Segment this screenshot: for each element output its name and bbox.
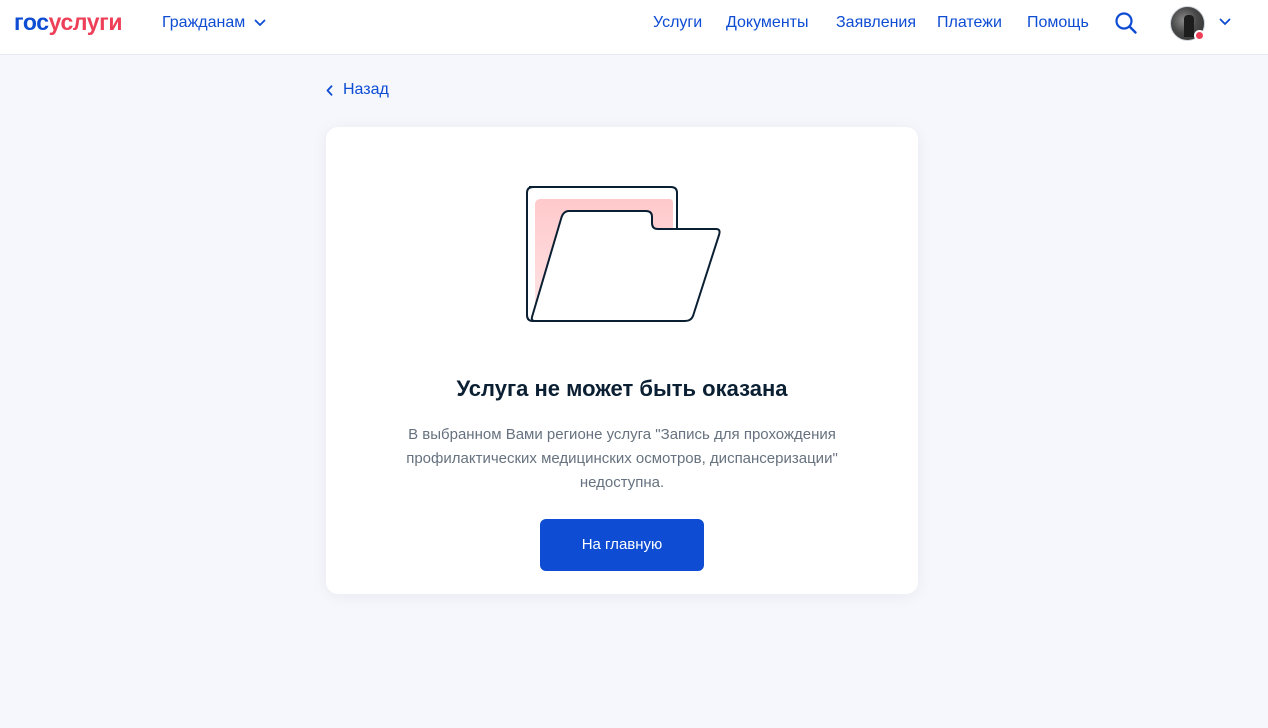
notification-dot xyxy=(1194,30,1205,41)
nav-item-documents[interactable]: Документы xyxy=(726,13,808,33)
back-link[interactable]: Назад xyxy=(326,80,389,100)
search-icon xyxy=(1115,12,1137,34)
top-header: госуслуги Гражданам Услуги Документы Зая… xyxy=(0,0,1268,55)
nav-item-help[interactable]: Помощь xyxy=(1027,13,1089,33)
user-menu[interactable] xyxy=(1170,6,1240,42)
search-button[interactable] xyxy=(1114,11,1138,35)
avatar-photo xyxy=(1184,15,1194,37)
nav-item-payments[interactable]: Платежи xyxy=(937,13,1002,33)
chevron-down-icon xyxy=(1219,18,1231,25)
open-folder-icon xyxy=(526,186,721,322)
nav-item-applications[interactable]: Заявления xyxy=(836,13,916,33)
error-title: Услуга не может быть оказана xyxy=(456,376,788,401)
error-description: В выбранном Вами регионе услуга "Запись … xyxy=(406,426,838,491)
main-nav: Услуги Документы Заявления Платежи Помощ… xyxy=(0,13,1268,33)
error-card: Услуга не может быть оказана В выбранном… xyxy=(326,127,918,594)
back-label: Назад xyxy=(343,81,389,98)
chevron-left-icon xyxy=(326,84,333,96)
nav-item-services[interactable]: Услуги xyxy=(653,13,702,33)
go-home-button[interactable]: На главную xyxy=(540,519,704,571)
